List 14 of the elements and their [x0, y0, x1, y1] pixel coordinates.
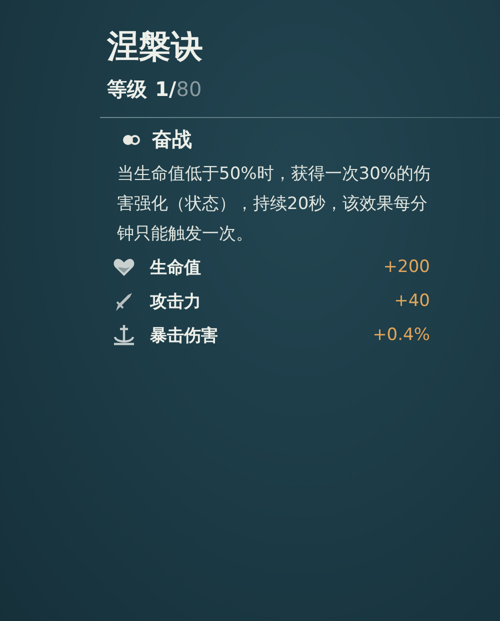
toggle-icon [122, 134, 142, 146]
stat-value: +40 [394, 291, 430, 311]
skill-title: 涅槃诀 [107, 26, 204, 66]
stat-value: +0.4% [372, 325, 430, 345]
stat-label: 生命值 [150, 256, 202, 278]
stat-label: 攻击力 [150, 290, 202, 312]
level-current: 1/ [155, 77, 176, 101]
stat-value: +200 [383, 257, 430, 277]
stat-label: 暴击伤害 [150, 324, 219, 346]
level-max: 80 [176, 77, 202, 101]
anchor-icon [112, 323, 136, 347]
passive-name: 奋战 [152, 126, 192, 153]
level-label: 等级 [107, 76, 147, 103]
passive-description: 当生命值低于50%时，获得一次30%的伤害强化（状态），持续20秒，该效果每分钟只能触发一次。 [117, 163, 432, 246]
